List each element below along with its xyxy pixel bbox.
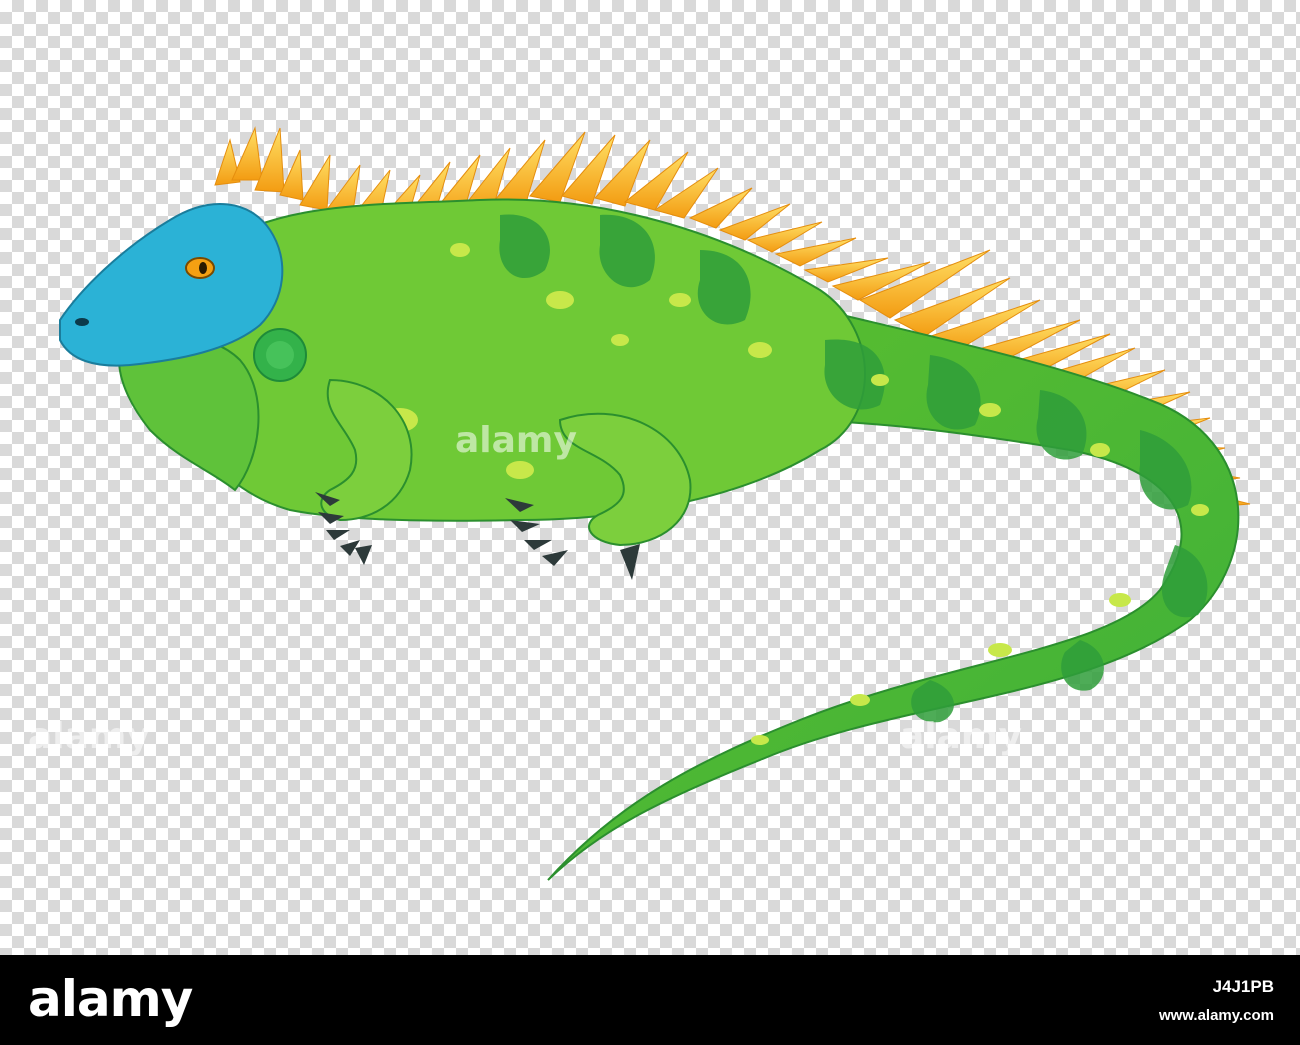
- iguana-illustration: [59, 126, 1251, 881]
- alamy-watermark: alamy: [900, 716, 1022, 757]
- pupil: [199, 262, 207, 274]
- footer-bar: alamy J4J1PB www.alamy.com: [0, 955, 1300, 1045]
- image-id: J4J1PB: [1212, 977, 1274, 996]
- transparent-checkerboard-background: alamy alamy alamy: [0, 0, 1300, 955]
- image-meta: J4J1PB www.alamy.com: [794, 955, 1274, 1045]
- alamy-watermark: alamy: [28, 716, 150, 757]
- alamy-watermark: alamy: [455, 420, 577, 461]
- cheek-scale-inner: [266, 341, 294, 369]
- brand-logo: alamy: [28, 970, 193, 1028]
- site-url: www.alamy.com: [1158, 1007, 1274, 1024]
- nostril: [75, 318, 89, 326]
